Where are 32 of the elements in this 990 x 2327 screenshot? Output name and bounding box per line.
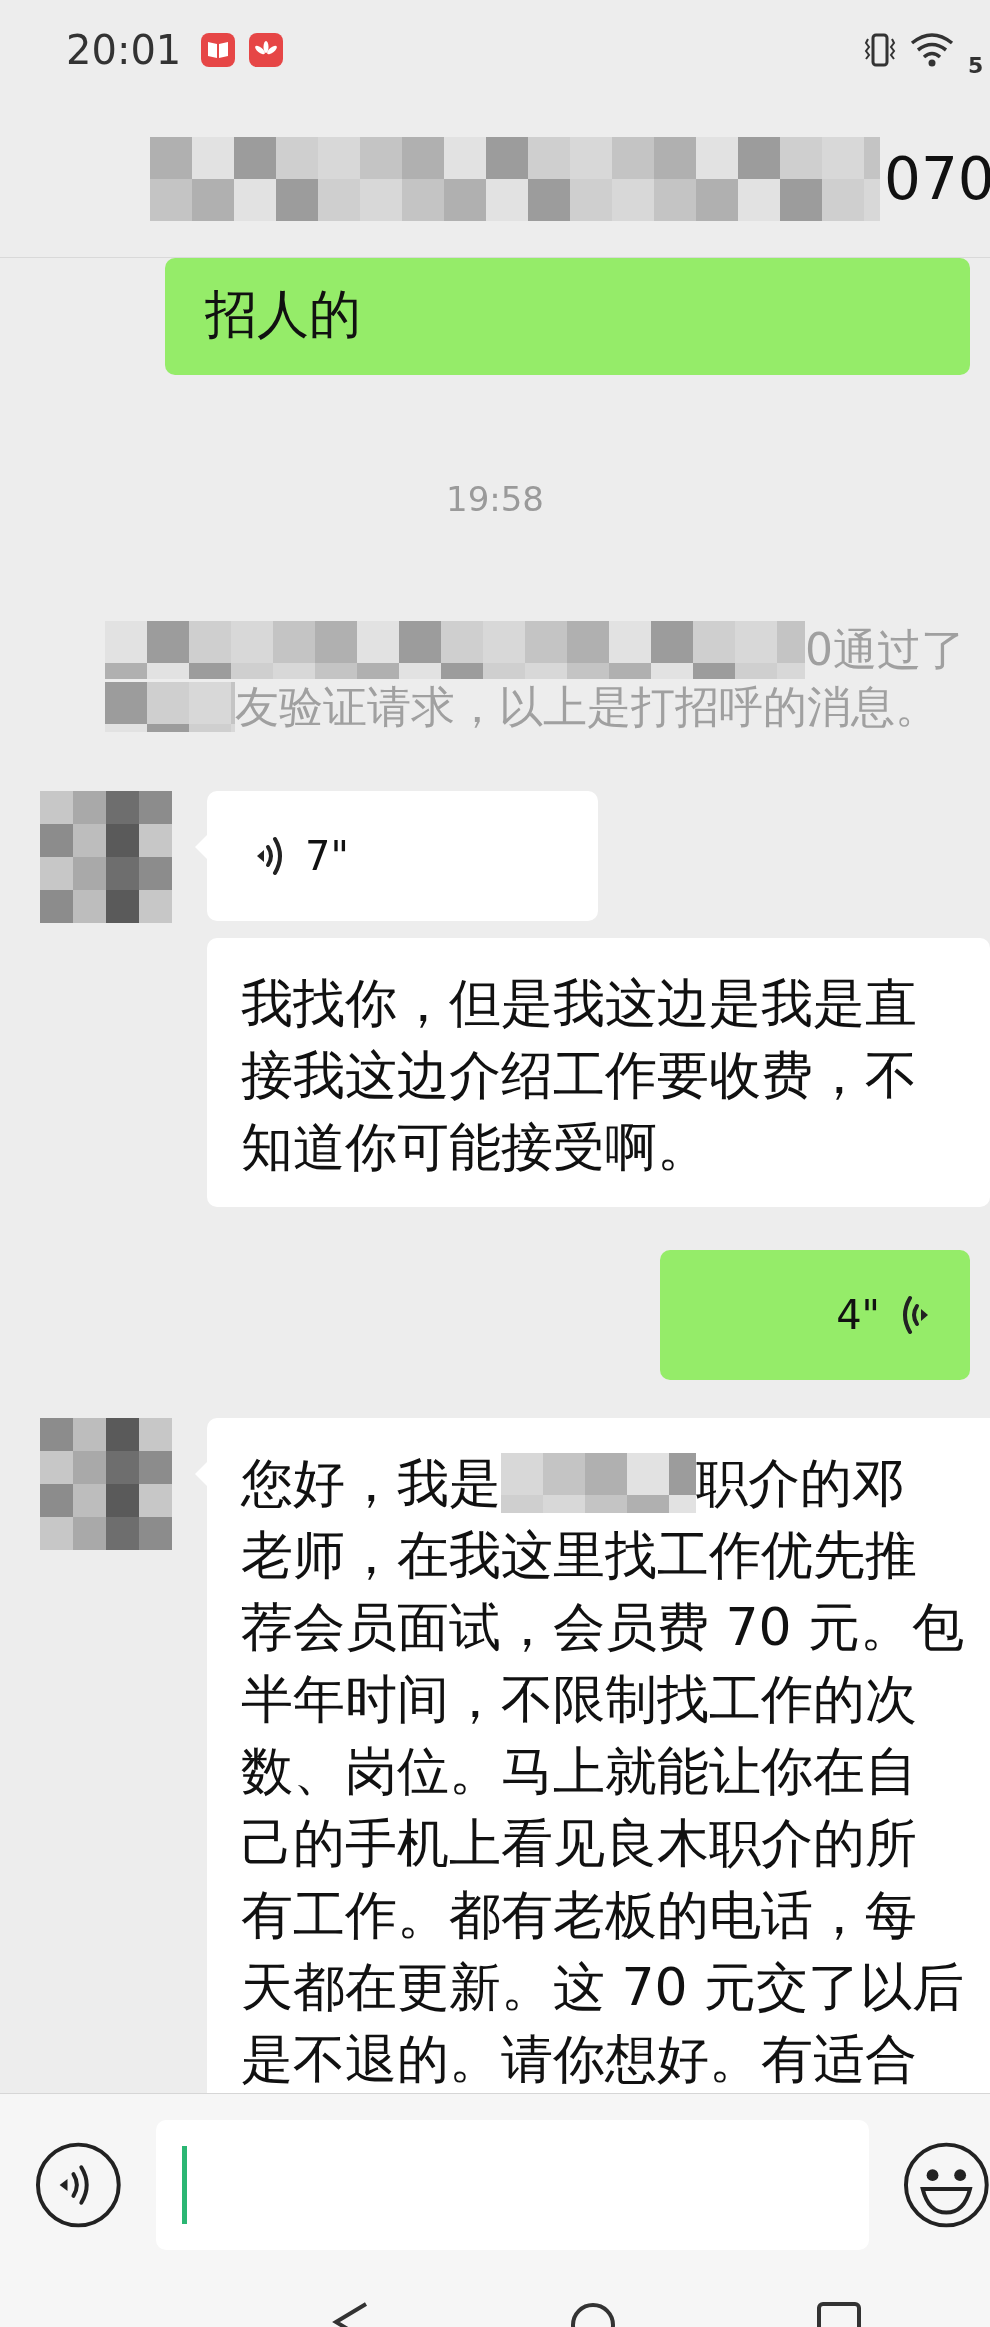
voice-duration: 4"	[836, 1291, 880, 1340]
message-text: 老师，在我这里找工作优先推	[241, 1524, 917, 1587]
message-text: 职介的邓	[696, 1452, 904, 1515]
status-time: 20:01	[66, 27, 182, 73]
flower-app-icon	[249, 33, 284, 67]
message-text: 己的手机上看见良木职介的所	[241, 1812, 917, 1875]
emoji-icon[interactable]	[903, 2140, 990, 2229]
message-text: 接我这边介绍工作要收费，不	[241, 1044, 917, 1107]
network-label: 5	[968, 52, 985, 78]
message-text: 您好，我是	[241, 1452, 501, 1515]
message-text: 荐会员面试，会员费 70 元。包	[241, 1596, 965, 1659]
message-text: 我找你，但是我这边是我是直	[241, 972, 917, 1035]
voice-message-bubble[interactable]: 4"	[660, 1250, 970, 1380]
timestamp: 19:58	[445, 479, 545, 519]
voice-wave-icon	[255, 835, 285, 877]
message-text: 是不退的。请你想好。有适合	[241, 2028, 917, 2091]
wifi-icon	[910, 33, 954, 67]
message-text: 知道你可能接受啊。	[241, 1116, 709, 1179]
message-input-field[interactable]	[155, 2119, 870, 2250]
notice-text: 0通过了	[805, 623, 965, 677]
message-text: 天都在更新。这 70 元交了以后	[241, 1956, 965, 2019]
book-app-icon	[201, 33, 236, 67]
vibrate-icon	[864, 33, 896, 67]
voice-input-icon[interactable]	[35, 2140, 122, 2229]
notice-text: 友验证请求，以上是打招呼的消息。	[235, 680, 939, 734]
message-text: 数、岗位。马上就能让你在自	[241, 1740, 917, 1803]
voice-message-bubble[interactable]: 7"	[207, 791, 598, 921]
message-text: 有工作。都有老板的电话，每	[241, 1884, 917, 1947]
message-text: 招人的	[205, 283, 361, 346]
voice-duration: 7"	[305, 832, 349, 881]
message-text: 半年时间，不限制找工作的次	[241, 1668, 917, 1731]
voice-wave-icon	[900, 1294, 930, 1336]
